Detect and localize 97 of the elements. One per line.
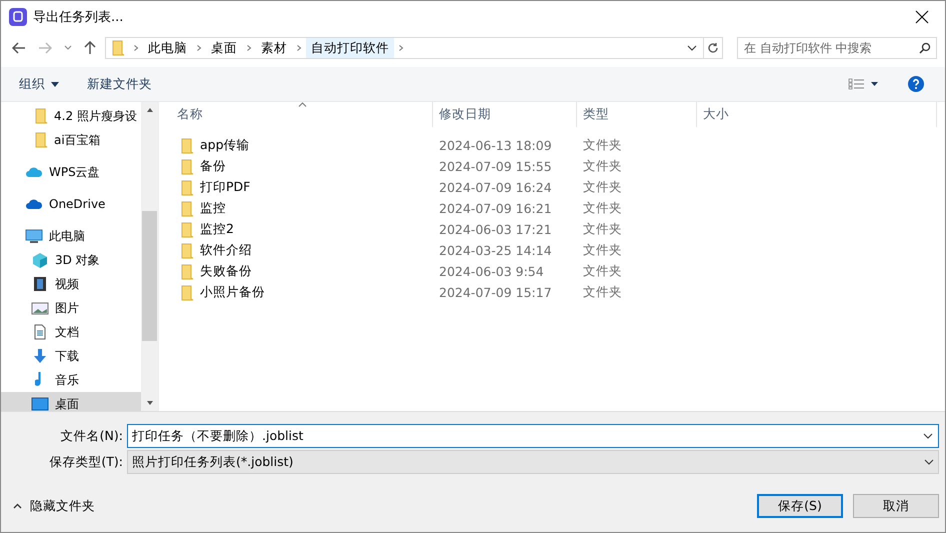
organize-menu[interactable]: 组织 [19, 76, 59, 92]
help-icon [908, 76, 924, 92]
modified-date: 2024-07-09 16:24 [438, 180, 553, 195]
file-type: 文件夹 [582, 242, 623, 259]
cancel-button[interactable]: 取消 [853, 494, 939, 518]
modified-date: 2024-03-25 14:14 [438, 243, 553, 258]
chevron-right-icon [296, 45, 302, 51]
details-view-icon [848, 78, 878, 90]
film-icon [31, 276, 49, 292]
file-name[interactable]: 失败备份 [159, 263, 433, 280]
folder-icon [181, 242, 194, 258]
sidebar-item[interactable]: ai百宝箱 [1, 128, 141, 152]
file-type: 文件夹 [582, 200, 623, 217]
file-type-dropdown[interactable]: 照片打印任务列表(*.joblist) [127, 450, 939, 474]
search-icon [919, 42, 931, 54]
folder-icon [181, 284, 194, 300]
modified-date: 2024-06-03 17:21 [438, 222, 553, 237]
folder-icon [112, 40, 125, 56]
file-type-label: 保存类型(T): [48, 454, 124, 470]
download-arrow-icon [31, 348, 49, 364]
modified-date: 2024-06-03 9:54 [438, 264, 545, 279]
folder-icon [181, 200, 194, 216]
column-header[interactable]: 名称 [159, 102, 433, 127]
caret-icon [51, 82, 59, 86]
scrollbar-thumb[interactable] [142, 211, 157, 341]
app-icon [9, 8, 27, 26]
search-field[interactable]: 在 自动打印软件 中搜索 [737, 37, 937, 59]
chevron-down-icon [924, 459, 934, 465]
file-type: 文件夹 [582, 263, 623, 280]
file-name[interactable]: app传输 [159, 137, 433, 154]
sidebar-item[interactable]: 4.2 照片瘦身设 [1, 104, 141, 128]
cube-icon [31, 252, 49, 268]
sidebar-item[interactable]: OneDrive [1, 192, 141, 216]
folder-icon [181, 180, 194, 196]
chevron-right-icon [246, 45, 252, 51]
sidebar-item[interactable]: 下载 [1, 344, 141, 368]
file-type: 文件夹 [582, 179, 623, 196]
file-name[interactable]: 软件介绍 [159, 242, 433, 259]
sidebar-item[interactable]: WPS云盘 [1, 160, 141, 184]
filename-field[interactable]: 打印任务（不要删除）.joblist [127, 424, 939, 448]
sidebar-item[interactable]: 音乐 [1, 368, 141, 392]
folder-icon [35, 108, 48, 124]
save-button[interactable]: 保存(S) [757, 494, 843, 518]
hide-folders-button[interactable]: 隐藏文件夹 [13, 498, 95, 514]
folder-icon [181, 264, 194, 280]
chevron-right-icon [196, 45, 202, 51]
close-icon [915, 10, 929, 24]
scroll-up-icon[interactable] [146, 107, 152, 113]
folder-icon [35, 132, 48, 148]
filename-label: 文件名(N): [60, 428, 124, 444]
folder-icon [181, 138, 194, 154]
breadcrumb[interactable]: 素材 [256, 38, 292, 58]
scroll-down-icon[interactable] [146, 400, 152, 406]
column-header[interactable]: 类型 [577, 102, 697, 127]
sidebar-item[interactable]: 文档 [1, 320, 141, 344]
breadcrumb[interactable]: 此电脑 [143, 38, 192, 58]
modified-date: 2024-06-13 18:09 [438, 138, 553, 153]
forward-arrow-icon [38, 42, 52, 54]
breadcrumb[interactable]: 自动打印软件 [306, 38, 394, 58]
desktop-icon [31, 396, 49, 411]
file-name[interactable]: 监控 [159, 200, 433, 217]
modified-date: 2024-07-09 16:21 [438, 201, 553, 216]
file-type: 文件夹 [582, 221, 623, 238]
chevron-down-icon [687, 45, 697, 51]
chevron-right-icon [398, 45, 404, 51]
modified-date: 2024-07-09 15:17 [438, 285, 553, 300]
up-arrow-icon [84, 41, 96, 55]
modified-date: 2024-07-09 15:55 [438, 159, 553, 174]
file-name[interactable]: 备份 [159, 158, 433, 175]
file-name[interactable]: 打印PDF [159, 179, 433, 196]
window-title: 导出任务列表... [33, 9, 124, 26]
sidebar-item[interactable]: 桌面 [1, 392, 141, 411]
file-name[interactable]: 监控2 [159, 221, 433, 238]
folder-icon [181, 222, 194, 238]
column-header[interactable]: 大小 [697, 102, 937, 127]
chevron-down-icon [64, 45, 72, 51]
sidebar-item[interactable]: 3D 对象 [1, 248, 141, 272]
refresh-icon [707, 42, 719, 54]
new-folder-button[interactable]: 新建文件夹 [87, 76, 152, 92]
sidebar-item[interactable]: 此电脑 [1, 224, 141, 248]
file-type: 文件夹 [582, 158, 623, 175]
column-header[interactable]: 修改日期 [433, 102, 577, 127]
chevron-right-icon [133, 45, 139, 51]
chevron-down-icon [923, 433, 933, 439]
folder-icon [181, 158, 194, 174]
file-name[interactable]: 小照片备份 [159, 284, 433, 301]
breadcrumb[interactable]: 桌面 [206, 38, 242, 58]
monitor-icon [25, 228, 43, 244]
chevron-up-icon [13, 503, 22, 509]
image-icon [31, 300, 49, 316]
help-button[interactable] [905, 76, 927, 92]
back-arrow-icon [12, 42, 26, 54]
sidebar-item[interactable]: 视频 [1, 272, 141, 296]
file-type: 文件夹 [582, 284, 623, 301]
file-type: 文件夹 [582, 137, 623, 154]
sidebar-item[interactable]: 图片 [1, 296, 141, 320]
address-bar[interactable]: 此电脑 桌面 素材 自动打印软件 [105, 37, 723, 59]
